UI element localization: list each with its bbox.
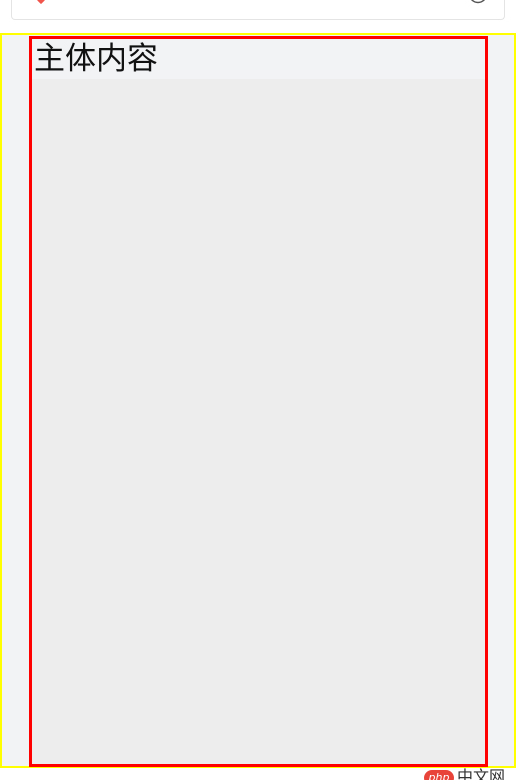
main-content-title: 主体内容 — [34, 41, 158, 77]
top-bar — [11, 0, 505, 20]
watermark-logo: php — [424, 770, 454, 780]
main-content: 主体内容 — [29, 36, 488, 767]
watermark-text: 中文网 — [457, 768, 506, 780]
page: 主体内容 php 中文网 — [0, 0, 516, 780]
search-icon[interactable] — [468, 0, 488, 4]
main-content-header: 主体内容 — [32, 39, 485, 79]
watermark: php 中文网 — [424, 768, 516, 780]
map-pin-icon[interactable] — [32, 0, 50, 4]
